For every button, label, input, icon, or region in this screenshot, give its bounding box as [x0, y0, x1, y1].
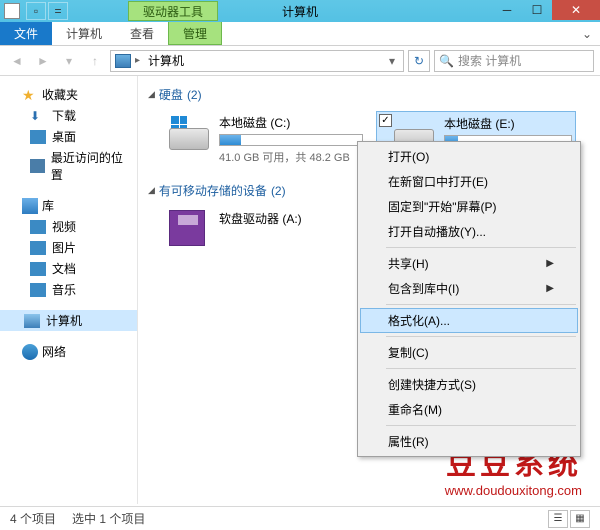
selection-count: 选中 1 个项目 — [72, 510, 145, 527]
menu-separator — [386, 368, 576, 369]
forward-button[interactable]: ► — [32, 50, 54, 72]
watermark-url: www.doudouxitong.com — [445, 483, 582, 498]
sidebar-label: 网络 — [42, 343, 66, 360]
menu-format[interactable]: 格式化(A)... — [360, 308, 578, 333]
sidebar-item-desktop[interactable]: 桌面 — [0, 126, 137, 147]
status-bar: 4 个项目 选中 1 个项目 ☰ ▦ — [0, 506, 600, 530]
window-title: 计算机 — [282, 3, 318, 20]
sidebar-network[interactable]: 网络 — [0, 341, 137, 362]
drive-icon — [169, 114, 211, 150]
menu-include-library[interactable]: 包含到库中(I)▶ — [360, 276, 578, 301]
menu-create-shortcut[interactable]: 创建快捷方式(S) — [360, 372, 578, 397]
menu-copy[interactable]: 复制(C) — [360, 340, 578, 365]
drive-stat: 41.0 GB 可用，共 48.2 GB — [219, 149, 363, 165]
item-count: 4 个项目 — [10, 510, 56, 527]
maximize-button[interactable]: ☐ — [522, 0, 552, 20]
tab-computer[interactable]: 计算机 — [52, 22, 116, 45]
view-details-button[interactable]: ☰ — [548, 510, 568, 528]
history-dropdown[interactable]: ▾ — [58, 50, 80, 72]
refresh-button[interactable]: ↻ — [408, 50, 430, 72]
sidebar-libraries[interactable]: 库 — [0, 195, 137, 216]
menu-separator — [386, 247, 576, 248]
ribbon-expand-icon[interactable]: ⌄ — [574, 22, 600, 45]
address-input[interactable]: ▸ 计算机 ▾ — [110, 50, 404, 72]
app-icon — [4, 3, 20, 19]
back-button[interactable]: ◄ — [6, 50, 28, 72]
drive-name: 软盘驱动器 (A:) — [219, 210, 363, 227]
menu-share[interactable]: 共享(H)▶ — [360, 251, 578, 276]
music-icon — [30, 283, 46, 297]
close-button[interactable]: ✕ — [552, 0, 600, 20]
search-icon: 🔍 — [439, 54, 454, 68]
qat-btn[interactable]: ▫ — [26, 2, 46, 20]
tab-file[interactable]: 文件 — [0, 22, 52, 45]
tab-manage[interactable]: 管理 — [168, 22, 222, 45]
breadcrumb[interactable]: 计算机 — [144, 52, 188, 69]
recent-icon — [30, 159, 45, 173]
ribbon-tabs: 文件 计算机 查看 管理 ⌄ — [0, 22, 600, 46]
address-bar: ◄ ► ▾ ↑ ▸ 计算机 ▾ ↻ 🔍 搜索 计算机 — [0, 46, 600, 76]
address-dropdown-icon[interactable]: ▾ — [385, 54, 399, 68]
sidebar: ★ 收藏夹 ⬇下载 桌面 最近访问的位置 库 视频 图片 文档 音乐 计算机 — [0, 76, 138, 504]
drive-c[interactable]: 本地磁盘 (C:) 41.0 GB 可用，共 48.2 GB — [166, 111, 366, 168]
capacity-bar — [219, 134, 363, 146]
submenu-arrow-icon: ▶ — [546, 258, 554, 269]
computer-icon — [24, 314, 40, 328]
menu-open[interactable]: 打开(O) — [360, 144, 578, 169]
sidebar-label: 收藏夹 — [42, 86, 78, 103]
context-menu: 打开(O) 在新窗口中打开(E) 固定到"开始"屏幕(P) 打开自动播放(Y).… — [357, 141, 581, 457]
chevron-icon: ▸ — [135, 55, 140, 66]
menu-pin-start[interactable]: 固定到"开始"屏幕(P) — [360, 194, 578, 219]
qat-dropdown[interactable]: = — [48, 2, 68, 20]
contextual-tab[interactable]: 驱动器工具 — [128, 1, 218, 21]
picture-icon — [30, 241, 46, 255]
drive-name: 本地磁盘 (E:) — [444, 115, 572, 132]
network-icon — [22, 344, 38, 360]
desktop-icon — [30, 130, 46, 144]
menu-autoplay[interactable]: 打开自动播放(Y)... — [360, 219, 578, 244]
drive-name: 本地磁盘 (C:) — [219, 114, 363, 131]
selection-checkbox[interactable]: ✓ — [379, 114, 392, 127]
sidebar-item-downloads[interactable]: ⬇下载 — [0, 105, 137, 126]
menu-properties[interactable]: 属性(R) — [360, 429, 578, 454]
library-icon — [22, 198, 38, 214]
sidebar-item-music[interactable]: 音乐 — [0, 279, 137, 300]
sidebar-item-videos[interactable]: 视频 — [0, 216, 137, 237]
search-placeholder: 搜索 计算机 — [458, 52, 521, 69]
menu-rename[interactable]: 重命名(M) — [360, 397, 578, 422]
sidebar-item-documents[interactable]: 文档 — [0, 258, 137, 279]
download-icon: ⬇ — [30, 109, 46, 123]
video-icon — [30, 220, 46, 234]
menu-separator — [386, 304, 576, 305]
menu-open-new-window[interactable]: 在新窗口中打开(E) — [360, 169, 578, 194]
document-icon — [30, 262, 46, 276]
floppy-icon — [169, 210, 211, 246]
menu-separator — [386, 425, 576, 426]
star-icon: ★ — [22, 87, 38, 103]
menu-separator — [386, 336, 576, 337]
titlebar: ▫ = 驱动器工具 计算机 ─ ☐ ✕ — [0, 0, 600, 22]
sidebar-computer[interactable]: 计算机 — [0, 310, 137, 331]
tab-view[interactable]: 查看 — [116, 22, 168, 45]
sidebar-label: 库 — [42, 197, 54, 214]
window-controls: ─ ☐ ✕ — [492, 0, 600, 20]
view-tiles-button[interactable]: ▦ — [570, 510, 590, 528]
collapse-icon: ◢ — [148, 89, 155, 100]
sidebar-item-recent[interactable]: 最近访问的位置 — [0, 147, 137, 185]
collapse-icon: ◢ — [148, 185, 155, 196]
up-button[interactable]: ↑ — [84, 50, 106, 72]
minimize-button[interactable]: ─ — [492, 0, 522, 20]
sidebar-label: 计算机 — [46, 312, 82, 329]
section-hdd[interactable]: ◢ 硬盘 (2) — [148, 82, 590, 107]
search-input[interactable]: 🔍 搜索 计算机 — [434, 50, 594, 72]
computer-icon — [115, 54, 131, 68]
sidebar-item-pictures[interactable]: 图片 — [0, 237, 137, 258]
submenu-arrow-icon: ▶ — [546, 283, 554, 294]
drive-a[interactable]: 软盘驱动器 (A:) — [166, 207, 366, 249]
sidebar-favorites[interactable]: ★ 收藏夹 — [0, 84, 137, 105]
